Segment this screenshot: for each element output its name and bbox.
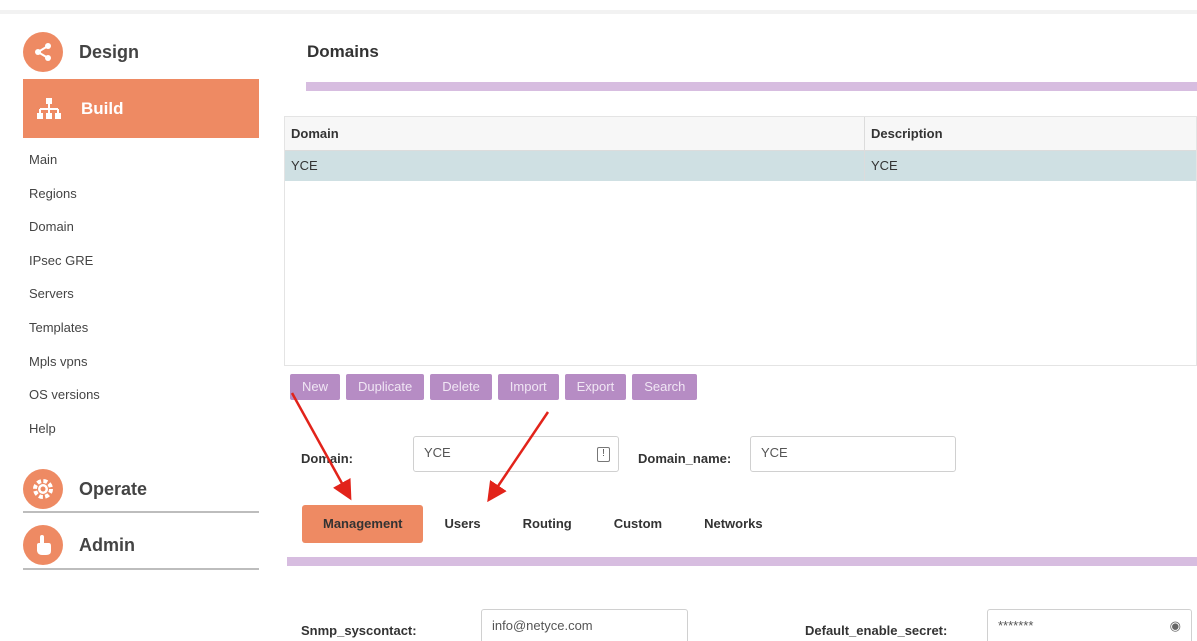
menu-item-main[interactable]: Main: [29, 150, 100, 184]
tab-management[interactable]: Management: [302, 505, 424, 543]
domain-name-label: Domain_name:: [638, 451, 732, 466]
tab-routing[interactable]: Routing: [523, 505, 572, 543]
build-menu: Main Regions Domain IPsec GRE Servers Te…: [29, 150, 100, 452]
share-icon: [23, 32, 63, 72]
sidebar: Design Build Main Regions Domain IPsec G…: [0, 0, 270, 641]
menu-item-servers[interactable]: Servers: [29, 284, 100, 318]
menu-item-ipsec-gre[interactable]: IPsec GRE: [29, 251, 100, 285]
duplicate-button[interactable]: Duplicate: [346, 374, 425, 400]
domain-field[interactable]: YCE !: [413, 436, 619, 472]
nav-design-label: Design: [79, 41, 140, 62]
nav-admin-label: Admin: [79, 534, 135, 555]
import-button[interactable]: Import: [497, 374, 559, 400]
menu-item-help[interactable]: Help: [29, 419, 100, 453]
domain-name-field-value: YCE: [761, 445, 788, 460]
info-icon[interactable]: !: [597, 447, 610, 462]
tab-divider: [287, 557, 1197, 566]
gear-icon: [23, 469, 63, 509]
tab-custom[interactable]: Custom: [614, 505, 662, 543]
tab-networks[interactable]: Networks: [704, 505, 763, 543]
menu-item-mpls-vpns[interactable]: Mpls vpns: [29, 352, 100, 386]
domain-field-value: YCE: [424, 445, 451, 460]
search-button[interactable]: Search: [632, 374, 698, 400]
snmp-syscontact-field[interactable]: info@netyce.com: [481, 609, 688, 641]
export-button[interactable]: Export: [564, 374, 627, 400]
default-enable-secret-label: Default_enable_secret:: [805, 623, 948, 638]
sitemap-icon: [31, 89, 67, 129]
nav-admin[interactable]: Admin: [23, 522, 259, 570]
table-header: Domain Description: [285, 117, 1196, 151]
cell-domain: YCE: [285, 151, 865, 181]
new-button[interactable]: New: [290, 374, 341, 400]
menu-item-templates[interactable]: Templates: [29, 318, 100, 352]
page-title: Domains: [307, 42, 379, 61]
domain-label: Domain:: [301, 451, 353, 466]
column-header-description[interactable]: Description: [865, 117, 1196, 150]
nav-build[interactable]: Build: [23, 79, 259, 138]
title-divider: [306, 82, 1197, 91]
domain-name-field[interactable]: YCE: [750, 436, 956, 472]
snmp-syscontact-value: info@netyce.com: [492, 618, 593, 633]
tab-users[interactable]: Users: [444, 505, 480, 543]
menu-item-domain[interactable]: Domain: [29, 217, 100, 251]
menu-item-regions[interactable]: Regions: [29, 184, 100, 218]
table-row[interactable]: YCE YCE: [285, 151, 1196, 181]
nav-operate[interactable]: Operate: [23, 467, 259, 513]
arrow-to-management: [290, 392, 352, 501]
nav-design[interactable]: Design: [23, 30, 259, 74]
nav-build-label: Build: [81, 98, 124, 118]
default-enable-secret-field[interactable]: ******* ◉: [987, 609, 1192, 641]
hand-pointer-icon: [23, 525, 63, 565]
tab-bar: Management Users Routing Custom Networks: [302, 505, 805, 543]
column-header-domain[interactable]: Domain: [285, 117, 865, 150]
delete-button[interactable]: Delete: [430, 374, 492, 400]
nav-operate-label: Operate: [79, 478, 148, 499]
snmp-syscontact-label: Snmp_syscontact:: [301, 623, 417, 638]
action-toolbar: New Duplicate Delete Import Export Searc…: [290, 374, 698, 400]
key-icon[interactable]: ◉: [1170, 618, 1181, 634]
menu-item-os-versions[interactable]: OS versions: [29, 385, 100, 419]
cell-description: YCE: [871, 158, 898, 173]
domains-table: Domain Description YCE YCE: [284, 116, 1197, 366]
default-enable-secret-value: *******: [998, 618, 1034, 633]
